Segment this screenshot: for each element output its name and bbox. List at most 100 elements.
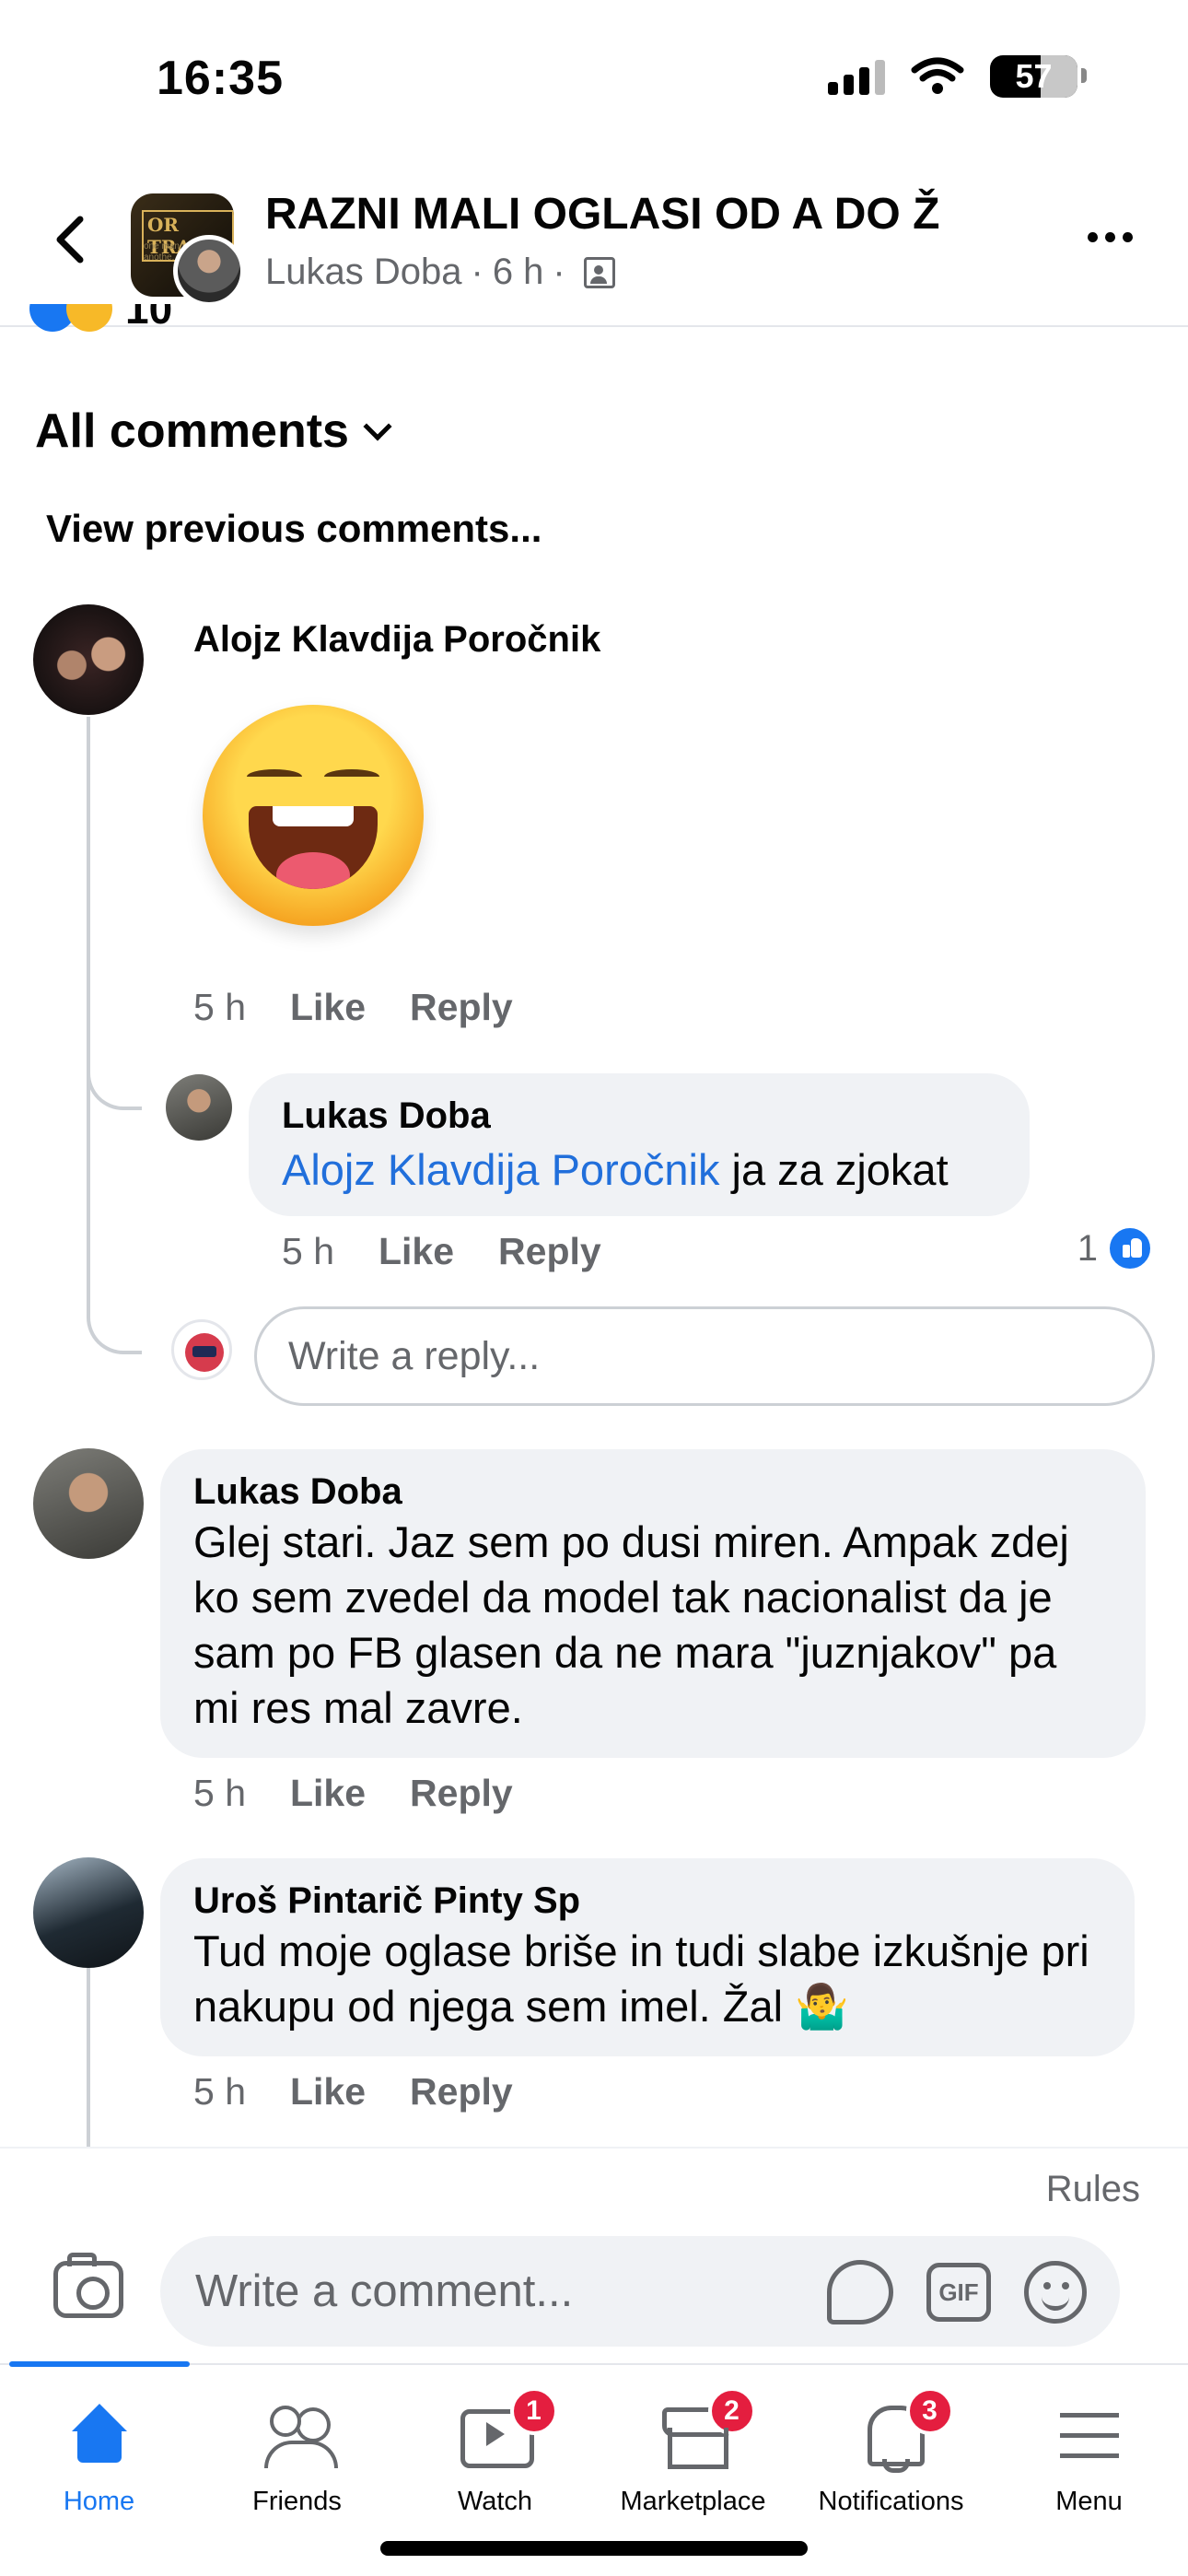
- wifi-icon: [911, 57, 964, 94]
- sticker-eye: [247, 769, 302, 784]
- meta-separator: ·: [471, 252, 483, 292]
- battery-level: 57: [1015, 57, 1053, 95]
- menu-icon: [1054, 2400, 1124, 2470]
- reply-body: ja za zjokat: [719, 1145, 949, 1194]
- poster-avatar[interactable]: [173, 235, 245, 307]
- reply-button[interactable]: Reply: [410, 1772, 513, 1815]
- sad-reaction-icon: [66, 304, 112, 332]
- comment-actions: 5 h Like Reply: [193, 2070, 513, 2113]
- reply-actions: 5 h Like Reply: [282, 1230, 601, 1273]
- dot-icon: [1122, 231, 1133, 242]
- comment-text: Tud moje oglase briše in tudi slabe izku…: [193, 1926, 1089, 2031]
- thread-line: [87, 1968, 90, 2152]
- thread-connector: [87, 1060, 142, 1110]
- notification-badge: 1: [509, 2387, 558, 2435]
- home-icon: [64, 2400, 134, 2470]
- tab-home[interactable]: Home: [0, 2383, 198, 2522]
- more-options-button[interactable]: [1077, 218, 1142, 255]
- reply-input[interactable]: Write a reply...: [254, 1306, 1155, 1406]
- tab-notifications[interactable]: 3 Notifications: [792, 2383, 990, 2522]
- emoji-icon[interactable]: [1024, 2261, 1087, 2324]
- reaction-count: 10: [125, 304, 173, 333]
- comment-time: 5 h: [193, 2070, 246, 2113]
- group-privacy-icon: [583, 256, 615, 288]
- like-reaction-icon: [1107, 1225, 1153, 1271]
- like-button[interactable]: Like: [379, 1230, 454, 1273]
- signal-icon: [828, 58, 885, 95]
- tab-label: Friends: [252, 2487, 342, 2516]
- chevron-left-icon: [56, 216, 84, 263]
- post-header: OR TRADE one man is anothe... RAZNI MALI…: [0, 170, 1188, 327]
- like-button[interactable]: Like: [290, 2070, 366, 2113]
- reply-button[interactable]: Reply: [410, 986, 513, 1029]
- reply-time: 5 h: [282, 1230, 334, 1272]
- mention-link[interactable]: Alojz Klavdija Poročnik: [282, 1145, 719, 1194]
- sticker-eye: [324, 769, 379, 784]
- gif-icon[interactable]: GIF: [926, 2263, 991, 2322]
- sticker-icon[interactable]: [827, 2260, 893, 2324]
- my-avatar: [171, 1319, 232, 1380]
- reply-bubble: Lukas Doba Alojz Klavdija Poročnik ja za…: [249, 1073, 1030, 1216]
- post-meta: Lukas Doba · 6 h ·: [265, 252, 615, 293]
- tab-marketplace[interactable]: 2 Marketplace: [594, 2383, 792, 2522]
- avatar[interactable]: [33, 604, 144, 715]
- avatar[interactable]: [166, 1074, 232, 1141]
- comment-actions: 5 h Like Reply: [193, 1772, 513, 1815]
- status-icons: 57: [828, 55, 1087, 98]
- battery-icon: 57: [990, 55, 1087, 98]
- meta-separator-2: ·: [553, 252, 565, 292]
- comment-actions: 5 h Like Reply: [193, 986, 513, 1029]
- camera-icon[interactable]: [53, 2253, 123, 2318]
- comment-bubble: Lukas Doba Glej stari. Jaz sem po dusi m…: [160, 1449, 1146, 1758]
- comment-composer: Rules Write a comment... GIF: [0, 2147, 1188, 2363]
- reaction-summary[interactable]: 10: [29, 304, 172, 350]
- tab-friends[interactable]: Friends: [198, 2383, 396, 2522]
- reply-text: Alojz Klavdija Poročnik ja za zjokat: [282, 1142, 996, 1198]
- tab-label: Notifications: [818, 2487, 964, 2516]
- reply-reactions[interactable]: 1: [1077, 1225, 1153, 1271]
- view-previous-comments-link[interactable]: View previous comments...: [46, 507, 542, 551]
- like-button[interactable]: Like: [290, 986, 366, 1029]
- notification-badge: 2: [707, 2387, 756, 2435]
- status-time: 16:35: [157, 52, 284, 105]
- post-time: 6 h: [492, 252, 544, 292]
- comment-time: 5 h: [193, 1772, 246, 1814]
- thread-line: [87, 717, 90, 1108]
- comment-input[interactable]: Write a comment... GIF: [160, 2236, 1120, 2347]
- tab-label: Menu: [1055, 2487, 1123, 2516]
- comment-time: 5 h: [193, 986, 246, 1028]
- tab-label: Watch: [457, 2487, 533, 2516]
- avatar[interactable]: [33, 1448, 144, 1559]
- marketplace-icon: 2: [658, 2387, 756, 2470]
- watch-icon: 1: [460, 2387, 558, 2470]
- like-button[interactable]: Like: [290, 1772, 366, 1815]
- active-tab-indicator: [9, 2361, 190, 2367]
- avatar[interactable]: [33, 1857, 144, 1968]
- sticker-mouth: [249, 806, 378, 889]
- comment-bubble: Uroš Pintarič Pinty Sp Tud moje oglase b…: [160, 1858, 1135, 2056]
- comments-filter-label: All comments: [35, 404, 349, 458]
- back-button[interactable]: [37, 207, 101, 272]
- reply-button[interactable]: Reply: [410, 2070, 513, 2113]
- comment-author[interactable]: Alojz Klavdija Poročnik: [193, 619, 600, 661]
- home-indicator[interactable]: [380, 2541, 808, 2556]
- reply-author[interactable]: Lukas Doba: [282, 1095, 996, 1137]
- tab-watch[interactable]: 1 Watch: [396, 2383, 594, 2522]
- friends-icon: [262, 2400, 338, 2470]
- tab-label: Home: [63, 2487, 135, 2516]
- tab-menu[interactable]: Menu: [990, 2383, 1188, 2522]
- laughing-face-sticker: [203, 705, 424, 926]
- reply-button[interactable]: Reply: [498, 1230, 601, 1273]
- rules-link[interactable]: Rules: [1046, 2169, 1140, 2210]
- comments-filter-dropdown[interactable]: All comments: [35, 404, 392, 459]
- comment-author[interactable]: Uroš Pintarič Pinty Sp: [193, 1880, 1101, 1922]
- status-bar: 16:35 57: [0, 0, 1188, 157]
- thread-connector: [87, 1106, 142, 1354]
- post-author[interactable]: Lukas Doba: [265, 252, 461, 293]
- comment-text: Glej stari. Jaz sem po dusi miren. Ampak…: [193, 1517, 1069, 1732]
- comment-input-placeholder: Write a comment...: [195, 2266, 574, 2316]
- group-title[interactable]: RAZNI MALI OGLASI OD A DO Ž: [265, 189, 939, 240]
- composer-icons: GIF: [827, 2260, 1087, 2324]
- comment-author[interactable]: Lukas Doba: [193, 1471, 1112, 1513]
- chevron-down-icon: [363, 412, 392, 441]
